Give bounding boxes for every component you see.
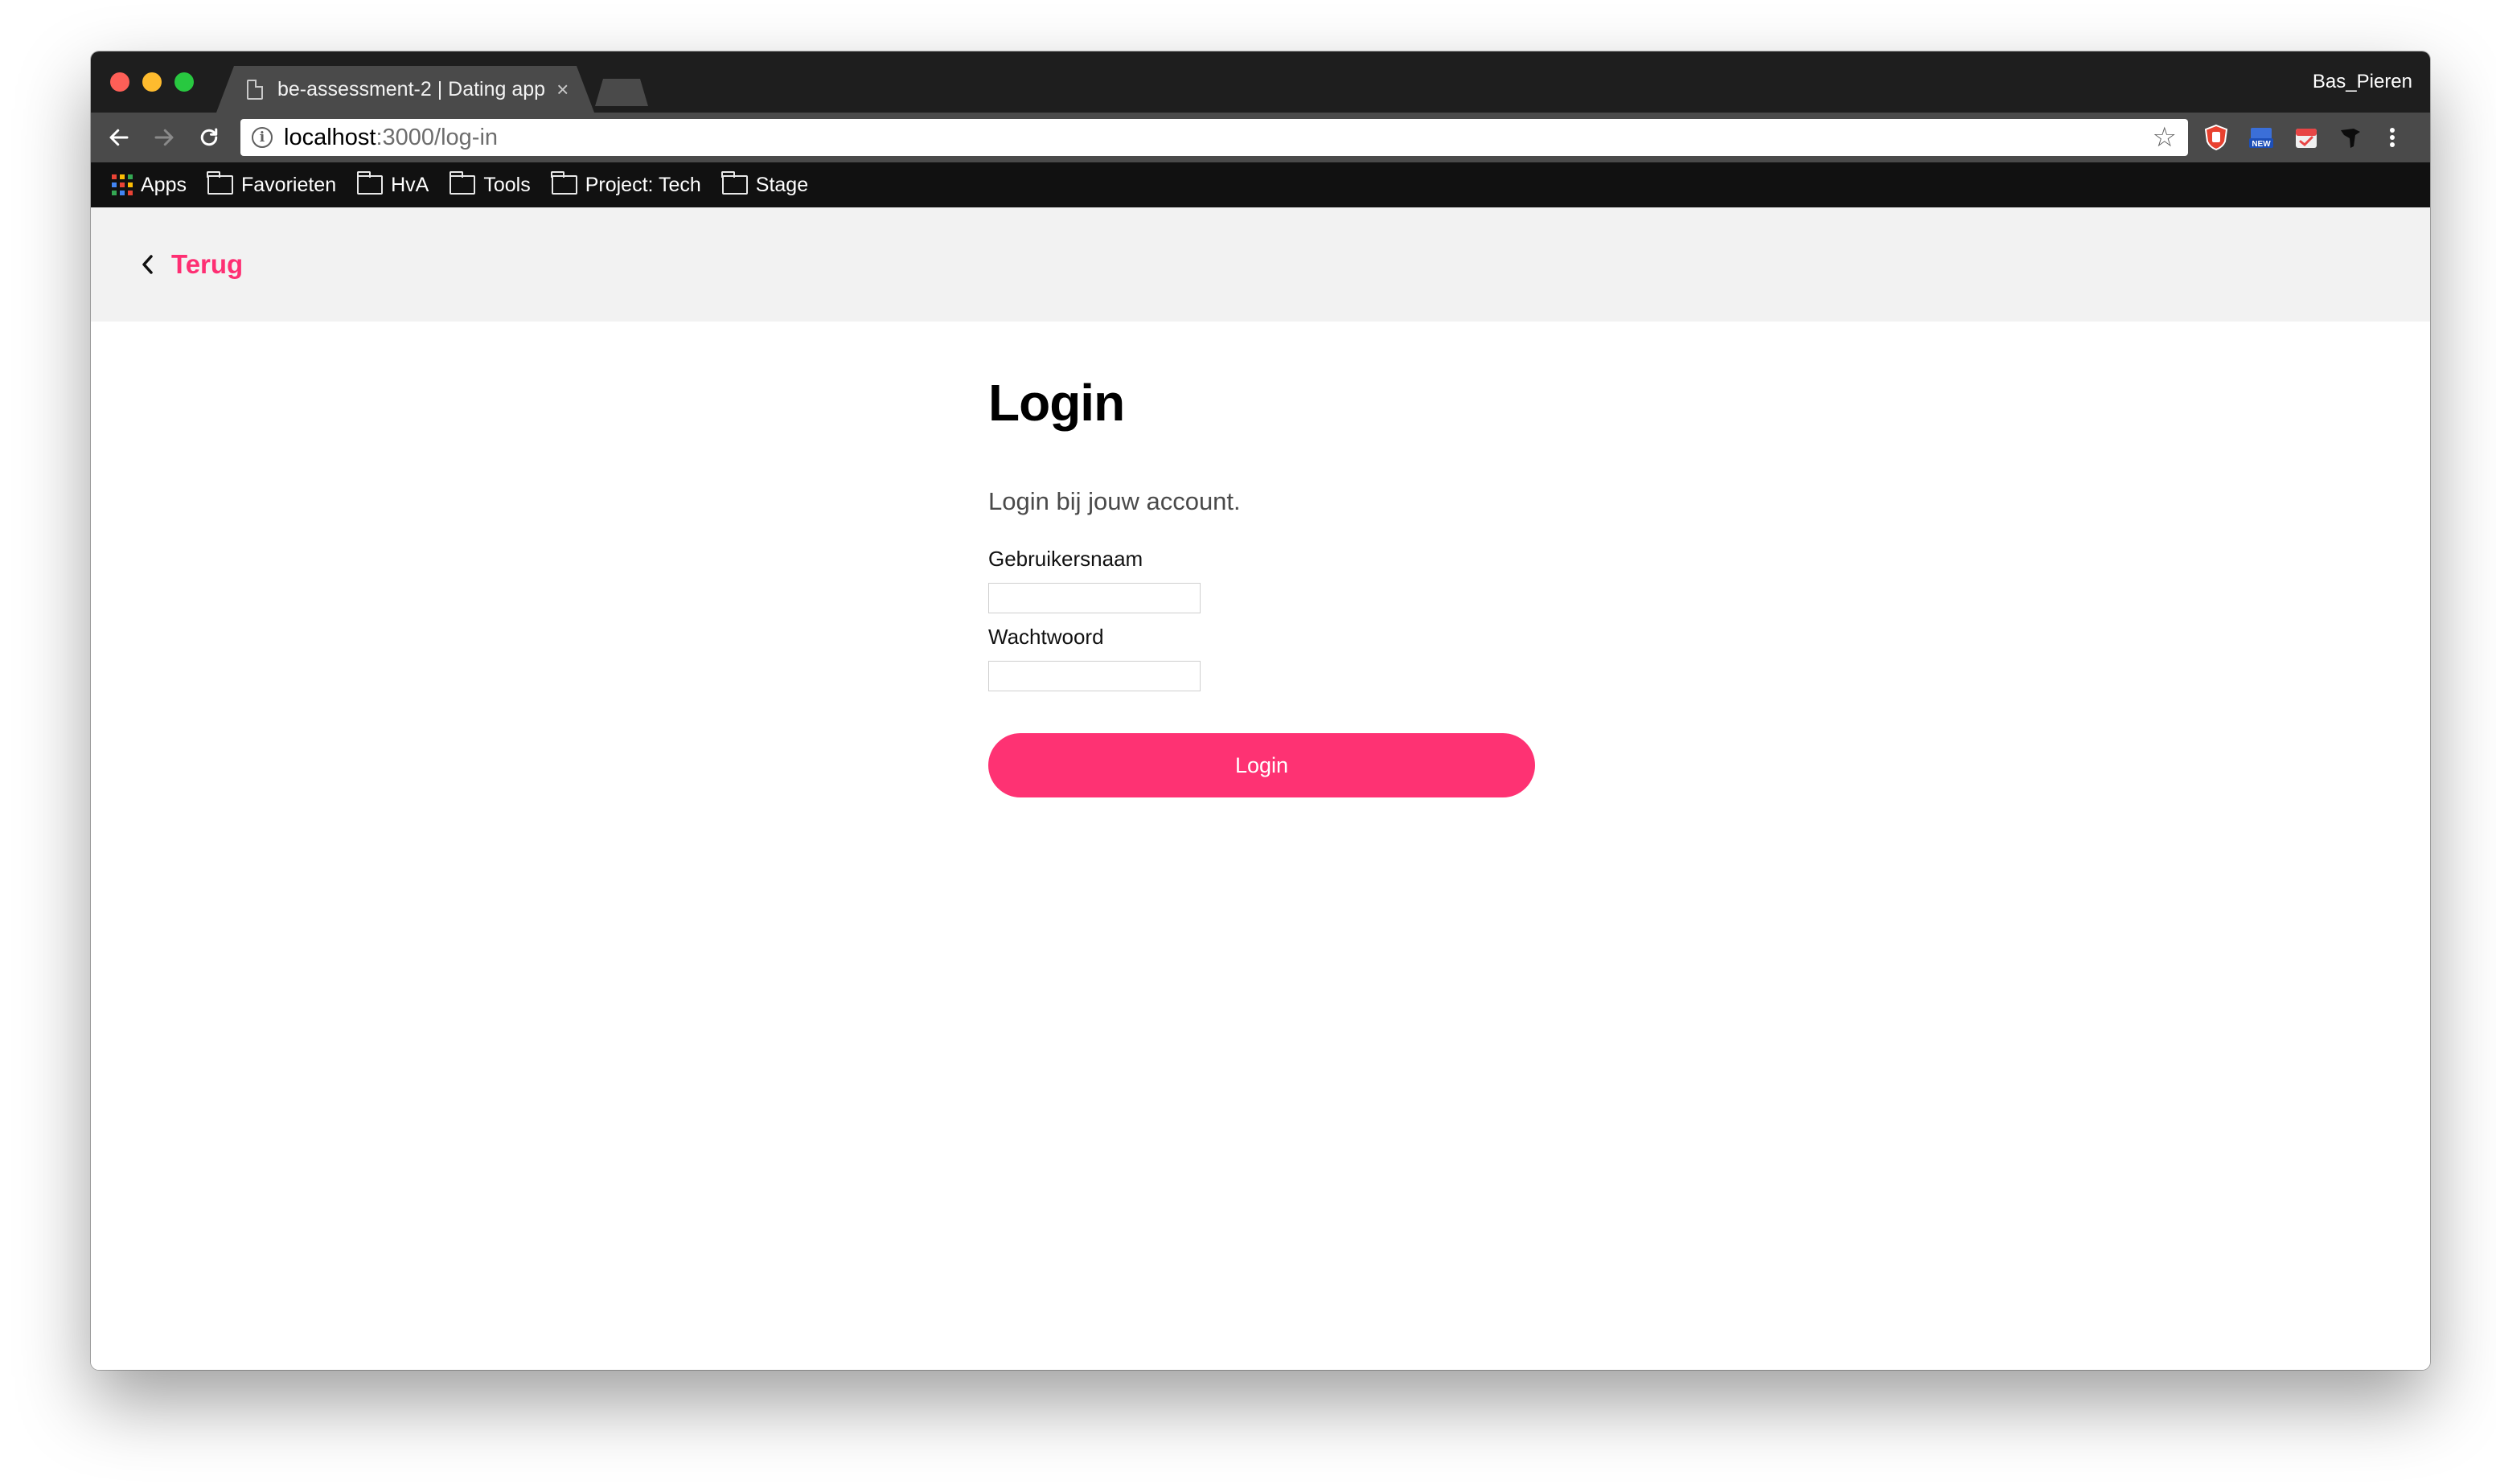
- profile-name[interactable]: Bas_Pieren: [2313, 71, 2412, 93]
- username-label: Gebruikersnaam: [988, 547, 1143, 571]
- screenshot-backdrop: be-assessment-2 | Dating app × Bas_Piere…: [0, 0, 2496, 1484]
- tab-title: be-assessment-2 | Dating app: [277, 77, 546, 100]
- username-field[interactable]: [988, 583, 1201, 613]
- page-title: Login: [988, 374, 1125, 432]
- folder-icon: [207, 171, 233, 195]
- tab-close-icon[interactable]: ×: [556, 79, 569, 100]
- reload-icon: [200, 128, 218, 146]
- bookmark-label: Project: Tech: [585, 173, 701, 196]
- forward-button[interactable]: [149, 122, 179, 153]
- url-path: :3000/log-in: [376, 124, 499, 150]
- password-field[interactable]: [988, 661, 1201, 691]
- bookmarks-bar: Apps Favorieten HvA Tools Project: Tech …: [91, 162, 2430, 207]
- back-button[interactable]: [104, 122, 134, 153]
- password-label: Wachtwoord: [988, 625, 1104, 649]
- window-controls: [110, 72, 194, 92]
- info-icon[interactable]: i: [252, 127, 273, 148]
- bookmark-folder-hva[interactable]: HvA: [356, 171, 429, 197]
- bookmark-star-icon[interactable]: ☆: [2153, 124, 2177, 151]
- arrow-left-icon: [109, 129, 129, 146]
- bookmark-label: Favorieten: [240, 173, 337, 196]
- login-button[interactable]: Login: [988, 733, 1535, 797]
- menu-kebab-icon[interactable]: [2383, 124, 2402, 151]
- bookmark-folder-tools[interactable]: Tools: [449, 171, 531, 197]
- svg-text:NEW: NEW: [2252, 140, 2271, 149]
- bookmark-label: Apps: [141, 173, 187, 196]
- arrow-right-icon: [154, 129, 174, 146]
- bookmark-apps[interactable]: Apps: [112, 174, 187, 197]
- bookmark-folder-stage[interactable]: Stage: [721, 171, 809, 197]
- tab-active[interactable]: be-assessment-2 | Dating app ×: [216, 66, 594, 113]
- bookmark-label: HvA: [391, 173, 429, 196]
- intro-text: Login bij jouw account.: [988, 487, 1241, 515]
- ublock-extension-icon[interactable]: [2202, 124, 2230, 151]
- folder-icon: [449, 171, 476, 195]
- reload-button[interactable]: [194, 122, 224, 153]
- bookmark-label: Tools: [483, 173, 531, 196]
- folder-icon: [356, 171, 384, 195]
- back-link[interactable]: Terug: [139, 249, 243, 280]
- new-tab-button[interactable]: [595, 79, 648, 106]
- bookmark-folder-project-tech[interactable]: Project: Tech: [551, 171, 701, 197]
- bookmark-label: Stage: [755, 173, 809, 196]
- chevron-left-icon: [142, 255, 153, 274]
- bird-extension-icon[interactable]: [2338, 124, 2365, 151]
- back-link-label: Terug: [171, 249, 244, 279]
- browser-window: be-assessment-2 | Dating app × Bas_Piere…: [91, 51, 2430, 1370]
- calendar-extension-icon[interactable]: [2293, 124, 2320, 151]
- url-host: localhost: [284, 124, 376, 150]
- page-viewport: Terug Login Login bij jouw account. Gebr…: [91, 207, 2430, 1370]
- page-icon: [247, 79, 263, 100]
- maximize-window-button[interactable]: [174, 72, 194, 92]
- browser-toolbar: i localhost :3000/log-in ☆ NEW: [91, 113, 2430, 162]
- close-window-button[interactable]: [110, 72, 129, 92]
- new-badge-extension-icon[interactable]: NEW: [2248, 124, 2275, 151]
- folder-icon: [551, 171, 577, 195]
- address-bar[interactable]: i localhost :3000/log-in ☆: [240, 119, 2188, 156]
- minimize-window-button[interactable]: [142, 72, 162, 92]
- tab-strip: be-assessment-2 | Dating app × Bas_Piere…: [91, 51, 2430, 113]
- login-form: Login Login bij jouw account. Gebruikers…: [988, 373, 1535, 797]
- bookmark-folder-favorieten[interactable]: Favorieten: [207, 171, 337, 197]
- folder-icon: [721, 171, 748, 195]
- page-header: Terug: [91, 207, 2430, 322]
- apps-grid-icon: [112, 174, 133, 195]
